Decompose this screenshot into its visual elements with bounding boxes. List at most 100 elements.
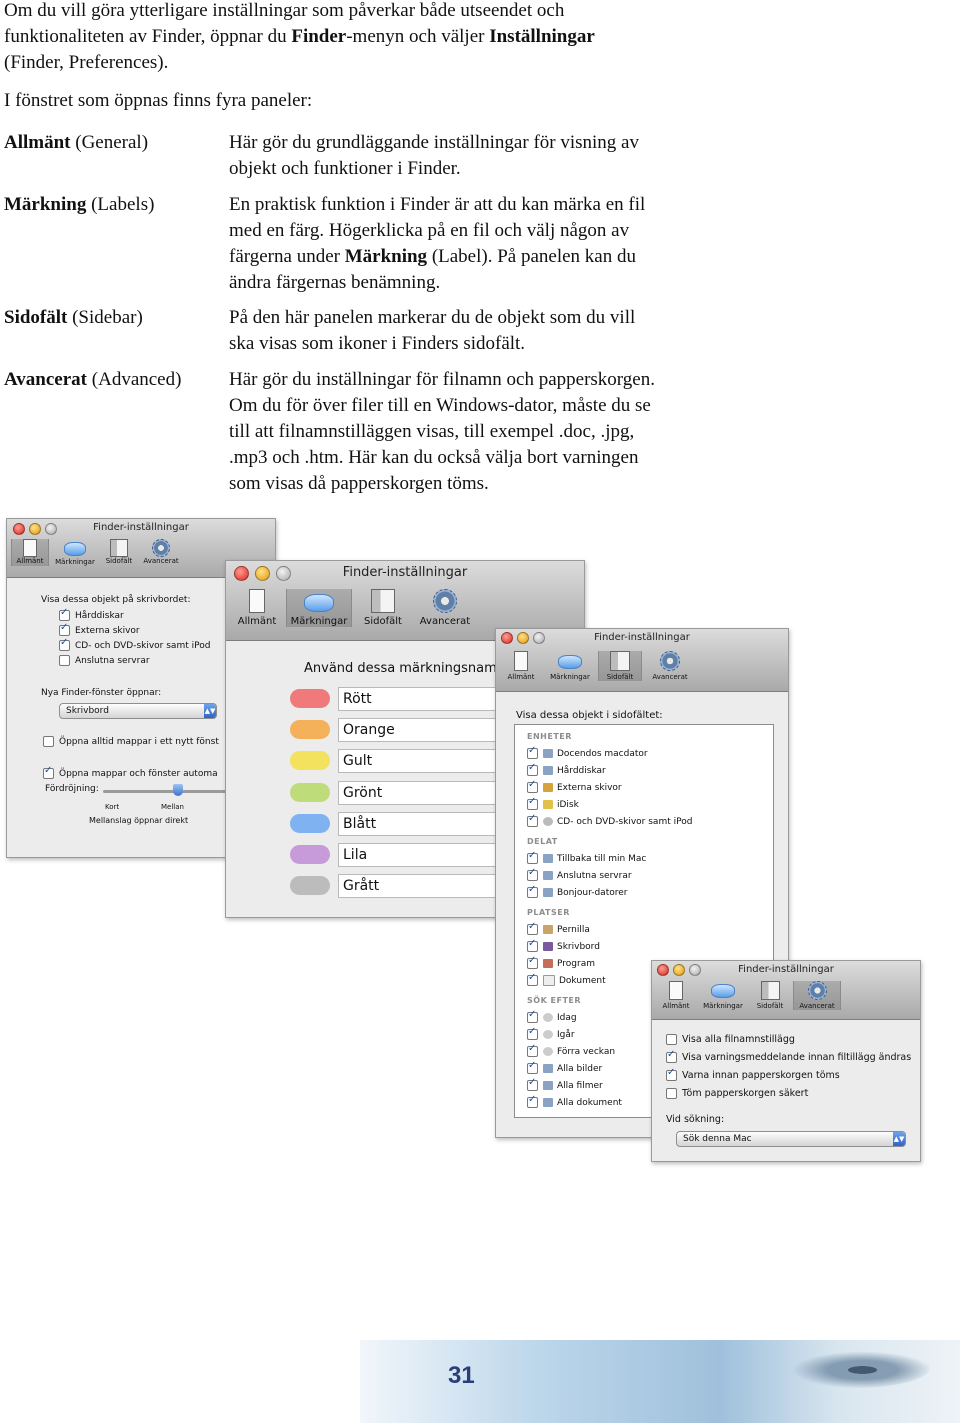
check-extension-warning[interactable]: Visa varningsmeddelande innan filtillägg… [666,1049,911,1063]
checkbox[interactable] [666,1088,677,1099]
sidebar-item[interactable]: Skrivbord [527,938,600,952]
label-name-field[interactable]: Grått [338,874,514,898]
check-cd-dvd[interactable]: CD- och DVD-skivor samt iPod [59,637,210,651]
sidebar-item[interactable]: Pernilla [527,921,590,935]
external-disk-icon [543,783,553,792]
sidebar-item[interactable]: Alla dokument [527,1094,622,1108]
panel-desc: En praktisk funktion i Finder är att du … [229,194,646,293]
swatch-green [290,783,330,802]
tab-sidebar[interactable]: Sidofält [598,651,642,681]
label-name-field[interactable]: Orange [338,718,514,742]
switch-icon [669,981,683,1000]
tab-general[interactable]: Allmänt [11,539,49,566]
tab-sidebar[interactable]: Sidofält [356,589,410,627]
checkbox[interactable] [666,1067,677,1081]
search-scope-label: Vid sökning: [666,1114,725,1125]
smart-folder-icon [543,1098,553,1107]
intro-text-2: -menyn och väljer [346,26,490,47]
gear-icon [807,981,827,1000]
sidebar-item[interactable]: Förra veckan [527,1043,615,1057]
window-title: Finder-inställningar [93,522,189,533]
sidebar-item[interactable]: Dokument [527,972,606,986]
checkbox[interactable] [59,622,70,636]
tab-general[interactable]: Allmänt [656,981,696,1010]
label-name-field[interactable]: Lila [338,843,514,867]
labels-heading: Använd dessa märkningsnamn [304,661,506,676]
checkbox[interactable] [666,1034,677,1045]
sidebar-item[interactable]: Igår [527,1026,575,1040]
tab-general[interactable]: Allmänt [232,589,282,627]
check-servers[interactable]: Anslutna servrar [59,655,150,666]
checkbox[interactable] [59,637,70,651]
tab-advanced[interactable]: Avancerat [645,651,695,681]
tab-general[interactable]: Allmänt [500,651,542,681]
panel-term-en: (Labels) [86,194,155,215]
home-icon [543,925,553,934]
tab-sidebar[interactable]: Sidofält [101,539,137,566]
label-name-field[interactable]: Gult [338,749,514,773]
intro-bold-finder: Finder [291,26,347,47]
tab-sidebar[interactable]: Sidofält [750,981,790,1010]
search-scope-select[interactable]: Sök denna Mac ▲▼ [676,1131,906,1147]
sidebar-item[interactable]: Externa skivor [527,779,622,793]
gear-icon [152,539,170,557]
slider-label-short: Kort [105,803,120,811]
sidebar-item[interactable]: Anslutna servrar [527,867,632,881]
panel-term: Allmänt [4,132,71,153]
checkbox[interactable] [43,765,54,779]
check-harddisks[interactable]: Hårddiskar [59,607,124,621]
sidebar-item[interactable]: Tillbaka till min Mac [527,850,646,864]
panel-term: Avancerat [4,369,88,390]
panel-term: Märkning [4,194,87,215]
window-title: Finder-inställningar [738,964,834,975]
sidebar-icon [371,589,395,613]
tab-advanced[interactable]: Avancerat [793,981,841,1010]
gear-icon [660,651,680,671]
slider-knob[interactable] [173,784,183,796]
tab-labels[interactable]: Märkningar [699,981,747,1010]
check-open-new-window[interactable]: Öppna alltid mappar i ett nytt fönst [43,736,219,747]
check-secure-empty[interactable]: Töm papperskorgen säkert [666,1088,808,1099]
sidebar-icon [110,539,128,557]
tab-labels[interactable]: Märkningar [51,539,99,566]
tab-advanced[interactable]: Avancerat [139,539,183,566]
titlebar: Finder-inställningar Allmänt Märkningar … [496,629,788,692]
group-header: ENHETER [527,732,572,741]
sidebar-item[interactable]: Bonjour-datorer [527,884,627,898]
check-spring-loaded[interactable]: Öppna mappar och fönster automa [43,765,218,779]
label-icon [558,655,582,669]
sidebar-item[interactable]: iDisk [527,796,579,810]
label-icon [711,984,735,998]
sidebar-item[interactable]: Docendos macdator [527,745,648,759]
sidebar-item[interactable]: Idag [527,1009,577,1023]
group-header: SÖK EFTER [527,996,582,1005]
tab-labels[interactable]: Märkningar [286,589,352,627]
check-show-extensions[interactable]: Visa alla filnamnstillägg [666,1034,795,1045]
checkbox[interactable] [59,607,70,621]
sidebar-item[interactable]: Hårddiskar [527,762,606,776]
label-name-field[interactable]: Blått [338,812,514,836]
label-name-field[interactable]: Grönt [338,781,514,805]
tab-advanced[interactable]: Avancerat [414,589,476,627]
label-name-field[interactable]: Rött [338,687,514,711]
check-trash-warning[interactable]: Varna innan papperskorgen töms [666,1067,840,1081]
panel-term-en: (Sidebar) [67,307,143,328]
sidebar-icon [760,981,780,1000]
sidebar-item[interactable]: Alla bilder [527,1060,602,1074]
smart-folder-icon [543,1064,553,1073]
tab-labels[interactable]: Märkningar [545,651,595,681]
switch-icon [249,589,265,613]
sidebar-icon [610,651,630,671]
back-to-mac-icon [543,854,553,863]
group-header: PLATSER [527,908,570,917]
checkbox[interactable] [59,655,70,666]
sidebar-item[interactable]: Program [527,955,595,969]
checkbox[interactable] [666,1049,677,1063]
new-window-select[interactable]: Skrivbord ▲▼ [59,703,217,719]
sidebar-item[interactable]: Alla filmer [527,1077,603,1091]
sidebar-item[interactable]: CD- och DVD-skivor samt iPod [527,813,692,827]
check-external[interactable]: Externa skivor [59,622,140,636]
clock-icon [543,1047,553,1056]
checkbox[interactable] [43,736,54,747]
delay-slider[interactable] [103,790,227,793]
